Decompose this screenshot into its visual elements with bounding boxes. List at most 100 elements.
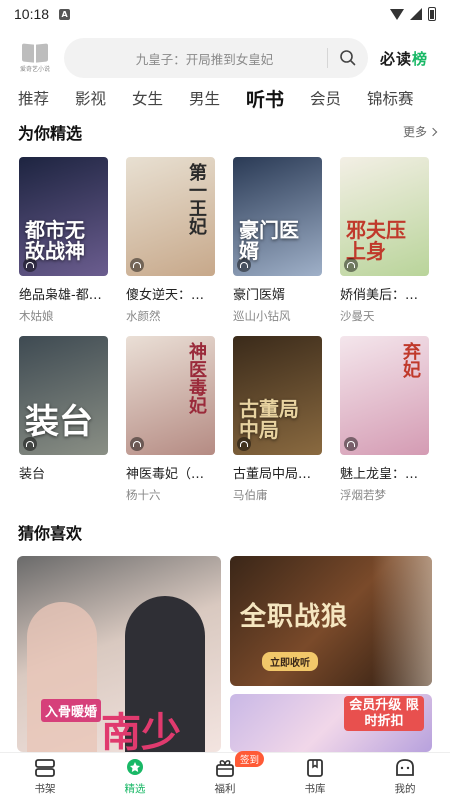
tab-audiobook[interactable]: 听书 <box>246 85 310 112</box>
guess-title: 猜你喜欢 <box>18 524 83 543</box>
banner-nanshao[interactable]: 入骨暖婚 南少 <box>17 556 221 752</box>
status-time: 10:18 <box>14 6 50 22</box>
must-read-label: 必读 <box>380 49 413 68</box>
cover-title: 第一王妃 <box>186 163 207 235</box>
nav-library[interactable]: 书库 <box>270 753 360 800</box>
book-logo-icon <box>22 44 48 62</box>
book-author: 木姑娘 <box>19 309 54 323</box>
banner-title: 南少 <box>101 709 181 752</box>
book-title[interactable]: 绝品枭雄-都… <box>19 284 108 303</box>
search-bar[interactable]: 九皇子：开局推到女皇妃 <box>64 38 368 78</box>
checkin-badge: 签到 <box>235 751 265 767</box>
book-card[interactable]: 邪夫压上身 娇俏美后：… 沙曼天 <box>340 157 429 324</box>
book-row-2: 装台 装台 神医毒妃 神医毒妃（… 杨十六 古董局中局 古董局中局… 马伯庸 弃… <box>19 336 439 503</box>
signal-icon <box>410 8 422 20</box>
category-tabs: 推荐 影视 女生 男生 听书 会员 锦标赛 <box>0 84 450 112</box>
book-cover[interactable]: 豪门医婿 <box>233 157 322 276</box>
book-title[interactable]: 装台 <box>19 463 108 482</box>
headphone-icon <box>130 437 144 451</box>
headphone-icon <box>130 258 144 272</box>
book-author: 杨十六 <box>126 488 161 502</box>
book-cover[interactable]: 第一王妃 <box>126 157 215 276</box>
banner-title: 全职战狼 <box>240 602 349 632</box>
cover-title: 豪门医婿 <box>239 218 299 263</box>
book-cover[interactable]: 弃妃 <box>340 336 429 455</box>
tab-film[interactable]: 影视 <box>75 87 132 109</box>
book-card[interactable]: 都市无敌战神 绝品枭雄-都… 木姑娘 <box>19 157 108 324</box>
book-title[interactable]: 魅上龙皇：… <box>340 463 429 482</box>
must-read-accent: 榜 <box>412 49 429 68</box>
cover-title: 神医毒妃 <box>186 342 207 414</box>
book-title[interactable]: 神医毒妃（… <box>126 463 215 482</box>
listen-now-button[interactable]: 立即收听 <box>262 652 318 671</box>
chevron-right-icon <box>428 127 438 136</box>
tab-tournament[interactable]: 锦标赛 <box>367 87 424 109</box>
nav-label: 书架 <box>34 782 56 795</box>
book-cover[interactable]: 神医毒妃 <box>126 336 215 455</box>
sim-icon: A <box>59 8 71 20</box>
header: 爱奇艺小说 九皇子：开局推到女皇妃 必读榜 <box>0 34 450 82</box>
book-title[interactable]: 豪门医婿 <box>233 284 322 303</box>
tab-female[interactable]: 女生 <box>132 87 189 109</box>
book-card[interactable]: 古董局中局 古董局中局… 马伯庸 <box>233 336 322 503</box>
tab-recommend[interactable]: 推荐 <box>18 87 75 109</box>
book-cover[interactable]: 装台 <box>19 336 108 455</box>
more-button[interactable]: 更多 <box>402 123 438 140</box>
featured-icon <box>127 758 143 775</box>
cover-title: 弃妃 <box>400 342 421 378</box>
nav-label: 书库 <box>304 782 326 795</box>
app-logo[interactable]: 爱奇艺小说 <box>16 44 54 73</box>
book-cover[interactable]: 邪夫压上身 <box>340 157 429 276</box>
nav-label: 我的 <box>394 782 416 795</box>
nav-label: 福利 <box>214 782 236 795</box>
book-title[interactable]: 傻女逆天：… <box>126 284 215 303</box>
search-icon[interactable] <box>328 49 368 67</box>
book-title[interactable]: 娇俏美后：… <box>340 284 429 303</box>
search-placeholder[interactable]: 九皇子：开局推到女皇妃 <box>64 49 327 68</box>
book-card[interactable]: 豪门医婿 豪门医婿 巡山小钻风 <box>233 157 322 324</box>
book-title[interactable]: 古董局中局… <box>233 463 322 482</box>
cover-title: 装台 <box>25 402 93 443</box>
headphone-icon <box>237 437 251 451</box>
status-icons <box>390 7 436 21</box>
banner-vip-promo[interactable]: 会员升级 限时折扣 <box>230 694 432 752</box>
banner-tag: 入骨暖婚 <box>41 699 102 722</box>
tab-male[interactable]: 男生 <box>189 87 246 109</box>
book-author: 浮烟若梦 <box>340 488 386 502</box>
tab-vip[interactable]: 会员 <box>310 87 367 109</box>
book-cover[interactable]: 古董局中局 <box>233 336 322 455</box>
nav-bookshelf[interactable]: 书架 <box>0 753 90 800</box>
book-card[interactable]: 神医毒妃 神医毒妃（… 杨十六 <box>126 336 215 503</box>
nav-label: 精选 <box>124 782 146 795</box>
cover-title: 古董局中局 <box>239 397 299 442</box>
nav-welfare[interactable]: 签到 福利 <box>180 751 270 800</box>
gift-icon <box>216 759 234 777</box>
cover-title: 邪夫压上身 <box>346 218 406 263</box>
must-read-button[interactable]: 必读榜 <box>380 48 428 69</box>
banner-figure <box>27 602 97 752</box>
nav-featured[interactable]: 精选 <box>90 753 180 800</box>
headphone-icon <box>344 437 358 451</box>
book-author: 水颜然 <box>126 309 161 323</box>
cover-title: 都市无敌战神 <box>25 218 85 263</box>
book-card[interactable]: 第一王妃 傻女逆天：… 水颜然 <box>126 157 215 324</box>
book-card[interactable]: 弃妃 魅上龙皇：… 浮烟若梦 <box>340 336 429 503</box>
status-bar: 10:18 A <box>0 0 450 28</box>
more-label: 更多 <box>402 125 427 139</box>
bottom-nav: 书架 精选 签到 福利 书库 我的 <box>0 751 450 800</box>
headphone-icon <box>344 258 358 272</box>
profile-icon <box>396 758 414 776</box>
banner-title: 会员升级 限时折扣 <box>344 696 424 732</box>
headphone-icon <box>237 258 251 272</box>
banner-zhanlang[interactable]: 全职战狼 立即收听 <box>230 556 432 686</box>
nav-profile[interactable]: 我的 <box>360 753 450 800</box>
library-icon <box>307 758 323 777</box>
book-cover[interactable]: 都市无敌战神 <box>19 157 108 276</box>
book-row-1: 都市无敌战神 绝品枭雄-都… 木姑娘 第一王妃 傻女逆天：… 水颜然 豪门医婿 … <box>19 157 439 324</box>
headphone-icon <box>23 258 37 272</box>
book-author: 巡山小钻风 <box>233 309 291 323</box>
book-card[interactable]: 装台 装台 <box>19 336 108 503</box>
logo-text: 爱奇艺小说 <box>19 65 50 73</box>
banner-figure <box>372 556 432 686</box>
book-author: 马伯庸 <box>233 488 268 502</box>
